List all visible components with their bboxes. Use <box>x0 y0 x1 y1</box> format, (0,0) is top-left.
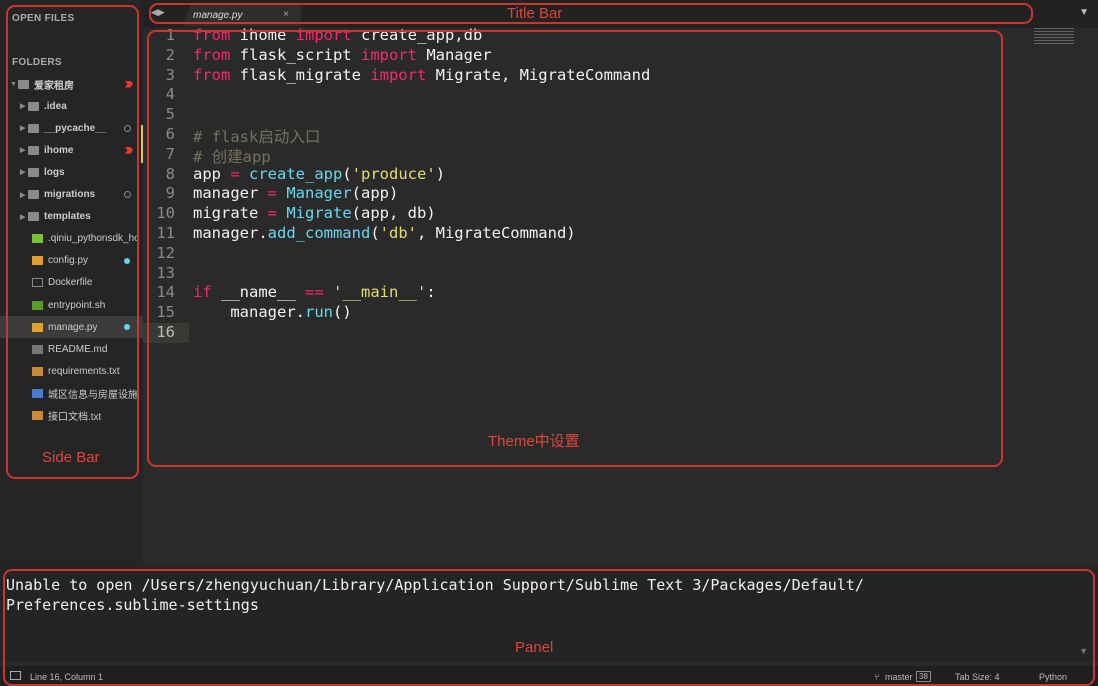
annotation-side-bar-label: Side Bar <box>42 449 100 466</box>
minimap[interactable] <box>1034 28 1074 46</box>
annotation-panel-label: Panel <box>515 639 554 656</box>
annotation-theme <box>147 30 1003 467</box>
annotation-theme-label: Theme中设置 <box>488 433 580 450</box>
annotation-panel <box>3 569 1095 686</box>
tab-dropdown-icon[interactable]: ▼ <box>1079 7 1089 18</box>
annotation-title-bar <box>149 3 1033 24</box>
annotation-title-bar-label: Title Bar <box>507 5 563 22</box>
annotation-side-bar <box>6 5 139 479</box>
